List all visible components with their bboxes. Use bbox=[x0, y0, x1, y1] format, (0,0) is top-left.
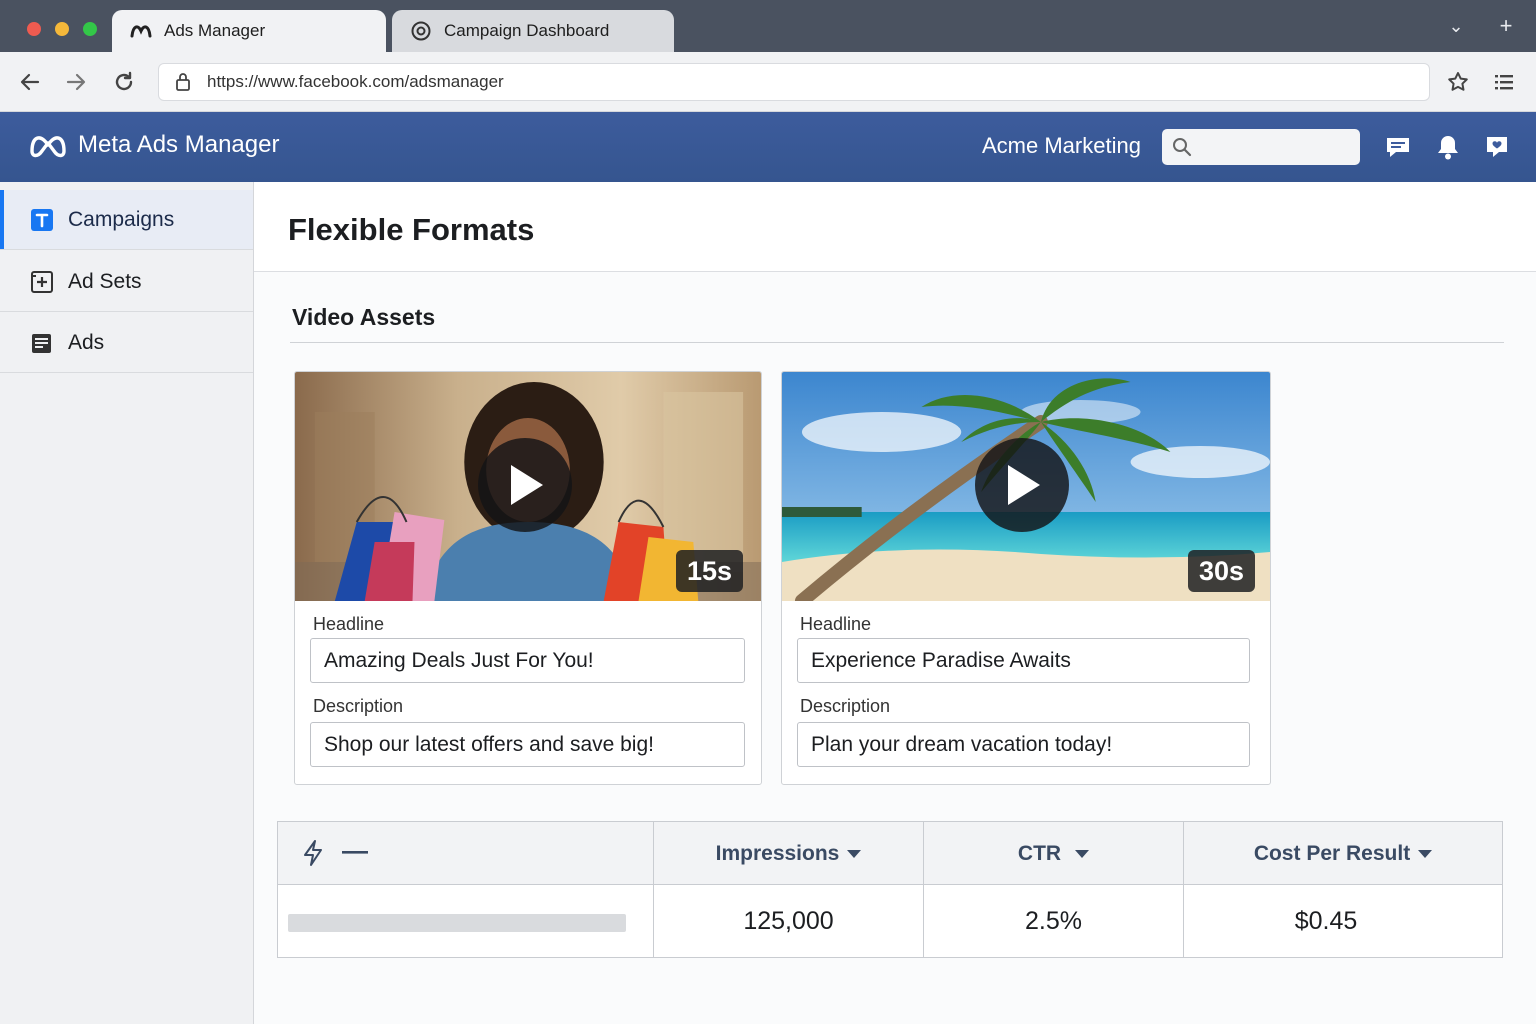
play-icon bbox=[511, 465, 543, 505]
search-icon bbox=[1172, 137, 1192, 157]
account-name[interactable]: Acme Marketing bbox=[982, 133, 1141, 159]
sidebar-item-label: Campaigns bbox=[68, 207, 175, 231]
maximize-window-button[interactable] bbox=[83, 22, 97, 36]
sidebar-item-ad-sets[interactable]: Ad Sets bbox=[0, 252, 253, 312]
headline-label: Headline bbox=[800, 614, 872, 634]
duration-badge: 15s bbox=[676, 550, 744, 592]
app-header: Meta Ads Manager Acme Marketing bbox=[0, 112, 1536, 182]
search-input[interactable] bbox=[1200, 138, 1350, 156]
messages-icon[interactable] bbox=[1383, 132, 1413, 162]
play-button[interactable] bbox=[975, 438, 1069, 532]
ad-set-icon bbox=[30, 270, 54, 294]
ads-icon bbox=[30, 331, 54, 355]
menu-list-icon[interactable] bbox=[1488, 66, 1520, 98]
brand-name: Meta Ads Manager bbox=[78, 131, 280, 158]
play-button[interactable] bbox=[478, 438, 572, 532]
brand[interactable]: Meta Ads Manager bbox=[28, 129, 279, 161]
lock-icon bbox=[173, 72, 193, 92]
back-icon[interactable] bbox=[14, 66, 46, 98]
page-title: Flexible Formats bbox=[288, 212, 535, 247]
main-content: Flexible Formats Video Assets 15s Headli… bbox=[254, 182, 1536, 1024]
search-box[interactable] bbox=[1162, 129, 1360, 165]
browser-toolbar: https://www.facebook.com/adsmanager bbox=[0, 52, 1536, 112]
headline-label: Headline bbox=[313, 614, 385, 634]
forward-icon[interactable] bbox=[60, 66, 92, 98]
sidebar-item-label: Ads bbox=[68, 330, 105, 354]
sort-caret-icon bbox=[1075, 849, 1090, 858]
url-text: https://www.facebook.com/adsmanager bbox=[207, 72, 504, 91]
dashboard-tab-icon bbox=[410, 20, 432, 42]
tab-ads-manager[interactable]: Ads Manager bbox=[112, 10, 386, 52]
collapse-icon[interactable] bbox=[340, 838, 370, 868]
headline-input[interactable] bbox=[797, 638, 1250, 683]
video-thumbnail[interactable]: 15s bbox=[295, 372, 761, 601]
description-input[interactable] bbox=[310, 722, 745, 767]
description-input[interactable] bbox=[797, 722, 1250, 767]
ctr-value: 2.5% bbox=[1025, 907, 1082, 935]
tab-label: Ads Manager bbox=[164, 21, 266, 40]
tab-label: Campaign Dashboard bbox=[444, 21, 610, 40]
sidebar-item-campaigns[interactable]: Campaigns bbox=[0, 190, 253, 250]
page-header: Flexible Formats bbox=[254, 182, 1536, 272]
column-header-label: Impressions bbox=[715, 841, 840, 865]
cost-per-result-value: $0.45 bbox=[1294, 907, 1358, 935]
duration-badge: 30s bbox=[1188, 550, 1256, 592]
section-title: Video Assets bbox=[292, 304, 436, 330]
close-window-button[interactable] bbox=[27, 22, 41, 36]
notifications-bell-icon[interactable] bbox=[1433, 132, 1463, 162]
campaign-icon bbox=[30, 208, 54, 232]
column-header-impressions[interactable]: Impressions bbox=[654, 822, 923, 885]
meta-tab-icon bbox=[130, 20, 152, 42]
help-chat-icon[interactable] bbox=[1482, 132, 1512, 162]
bookmark-star-icon[interactable] bbox=[1442, 66, 1474, 98]
reload-icon[interactable] bbox=[108, 66, 140, 98]
play-icon bbox=[1008, 465, 1040, 505]
column-header-ctr[interactable]: CTR bbox=[924, 822, 1183, 885]
column-header-cost-per-result[interactable]: Cost Per Result bbox=[1184, 822, 1502, 885]
lightning-icon[interactable] bbox=[298, 838, 328, 868]
tab-campaign-dashboard[interactable]: Campaign Dashboard bbox=[392, 10, 674, 52]
video-asset-card: 15s Headline Description bbox=[294, 371, 762, 785]
new-tab-button[interactable]: + bbox=[1492, 12, 1520, 40]
divider bbox=[290, 342, 1504, 343]
tab-search-icon[interactable]: ⌄ bbox=[1442, 12, 1470, 40]
sidebar-item-label: Ad Sets bbox=[68, 269, 142, 293]
sort-caret-icon bbox=[847, 849, 862, 858]
minimize-window-button[interactable] bbox=[55, 22, 69, 36]
description-label: Description bbox=[800, 696, 891, 716]
column-header-label: CTR bbox=[1017, 841, 1062, 865]
meta-logo-icon bbox=[30, 136, 66, 158]
loading-placeholder-bar bbox=[288, 914, 626, 932]
column-header-label: Cost Per Result bbox=[1253, 841, 1411, 865]
headline-input[interactable] bbox=[310, 638, 745, 683]
video-thumbnail[interactable]: 30s bbox=[782, 372, 1270, 601]
video-asset-card: 30s Headline Description bbox=[781, 371, 1271, 785]
address-bar[interactable]: https://www.facebook.com/adsmanager bbox=[158, 63, 1430, 101]
sidebar: Campaigns Ad Sets Ads bbox=[0, 182, 254, 1024]
sidebar-item-ads[interactable]: Ads bbox=[0, 313, 253, 373]
browser-tab-bar: Ads Manager Campaign Dashboard ⌄ + bbox=[0, 0, 1536, 52]
metrics-table: Impressions CTR Cost Per Result 125,000 … bbox=[277, 821, 1503, 958]
sort-caret-icon bbox=[1418, 849, 1433, 858]
impressions-value: 125,000 bbox=[743, 907, 834, 935]
description-label: Description bbox=[313, 696, 404, 716]
